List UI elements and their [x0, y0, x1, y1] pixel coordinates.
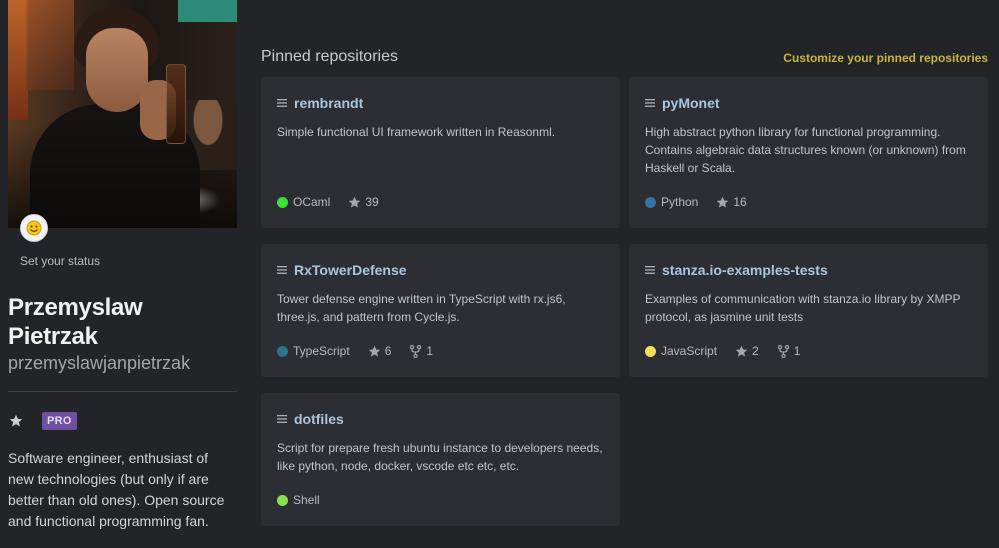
repo-description: Tower defense engine written in TypeScri… [277, 292, 566, 324]
repo-stars-link[interactable]: 39 [348, 195, 379, 209]
repo-icon [645, 266, 655, 274]
avatar-bg-shape [26, 0, 74, 90]
set-status-label[interactable]: Set your status [20, 254, 100, 268]
repo-language: Shell [277, 493, 320, 507]
repo-language: JavaScript [645, 344, 717, 358]
fork-icon [777, 344, 789, 358]
fork-count: 1 [793, 344, 801, 358]
language-label: Python [661, 195, 699, 209]
repo-stars-link[interactable]: 6 [368, 344, 392, 358]
repo-name-link[interactable]: dotfiles [294, 411, 344, 427]
repo-description: High abstract python library for functio… [645, 125, 966, 175]
language-label: OCaml [293, 195, 331, 209]
repo-meta: Shell [277, 493, 338, 507]
profile-bio: Software engineer, enthusiast of new tec… [8, 450, 225, 529]
repo-description: Simple functional UI framework written i… [277, 125, 556, 139]
repo-forks-link[interactable]: 1 [409, 344, 433, 358]
profile-username: przemyslawjanpietrzak [8, 353, 191, 373]
profile-sidebar: Set your status Przemyslaw Pietrzak prze… [8, 0, 237, 548]
pinned-repositories-title: Pinned repositories [261, 48, 398, 65]
star-icon [349, 196, 361, 208]
repo-language: OCaml [277, 195, 330, 209]
repo-forks-link[interactable]: 1 [777, 344, 801, 358]
repo-icon [277, 415, 287, 423]
repo-stars-link[interactable]: 16 [716, 195, 747, 209]
repo-card: rembrandt Simple functional UI framework… [261, 77, 620, 228]
star-icon [368, 345, 380, 357]
repo-card: RxTowerDefense Tower defense engine writ… [261, 244, 620, 377]
smiley-icon [26, 220, 42, 236]
star-icon [9, 414, 23, 427]
star-icon [717, 196, 729, 208]
repo-name-link[interactable]: RxTowerDefense [294, 262, 407, 278]
repo-icon [277, 266, 287, 274]
repo-language: Python [645, 195, 698, 209]
star-count: 39 [365, 195, 379, 209]
language-label: JavaScript [661, 344, 718, 358]
language-label: Shell [293, 493, 320, 507]
repo-card: dotfiles Script for prepare fresh ubuntu… [261, 393, 620, 526]
avatar-face [86, 28, 148, 112]
star-count: 16 [733, 195, 747, 209]
avatar-bg-window [178, 0, 237, 22]
avatar-glass [166, 64, 186, 144]
pro-badge: PRO [42, 412, 77, 430]
repo-card: pyMonet High abstract python library for… [629, 77, 988, 228]
repo-card: stanza.io-examples-tests Examples of com… [629, 244, 988, 377]
profile-full-name: Przemyslaw Pietrzak [8, 294, 143, 350]
profile-page: Set your status Przemyslaw Pietrzak prze… [0, 0, 999, 548]
repo-name-link[interactable]: stanza.io-examples-tests [662, 262, 828, 278]
star-icon [735, 345, 748, 357]
language-color-dot [277, 345, 288, 357]
avatar-bg-light [8, 0, 28, 120]
repo-icon [277, 99, 287, 107]
repo-name-link[interactable]: rembrandt [294, 95, 363, 111]
customize-pinned-link[interactable]: Customize your pinned repositories [783, 51, 988, 65]
repo-meta: OCaml 39 [277, 195, 397, 209]
repo-stars-link[interactable]: 2 [735, 344, 759, 358]
status-emoji-button[interactable] [20, 214, 48, 242]
repo-meta: Python 16 [645, 195, 765, 209]
star-count: 2 [752, 344, 759, 358]
repo-description: Script for prepare fresh ubuntu instance… [277, 441, 603, 473]
fork-icon [410, 344, 422, 358]
repo-language: TypeScript [277, 344, 350, 358]
language-color-dot [277, 196, 288, 208]
language-color-dot [645, 345, 656, 357]
repo-meta: JavaScript 2 1 [645, 344, 818, 358]
sidebar-divider [8, 391, 237, 392]
language-color-dot [277, 494, 288, 506]
repo-meta: TypeScript 6 1 [277, 344, 451, 358]
language-label: TypeScript [293, 344, 350, 358]
repo-name-link[interactable]: pyMonet [662, 95, 720, 111]
repo-icon [645, 99, 655, 107]
repo-description: Examples of communication with stanza.io… [645, 292, 961, 324]
fork-count: 1 [426, 344, 434, 358]
avatar[interactable] [8, 0, 237, 228]
star-count: 6 [384, 344, 392, 358]
language-color-dot [645, 196, 656, 208]
